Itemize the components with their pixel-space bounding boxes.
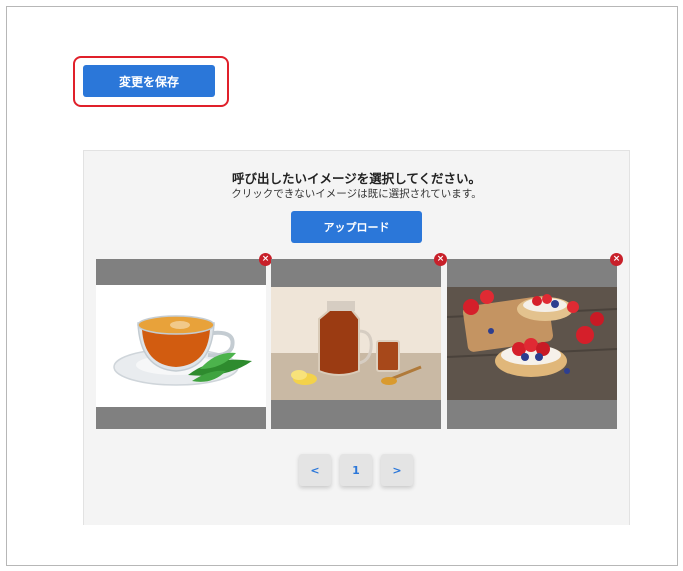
upload-button[interactable]: アップロード xyxy=(291,211,422,243)
delete-image-icon[interactable]: × xyxy=(610,253,623,266)
delete-image-icon[interactable]: × xyxy=(434,253,447,266)
image-thumb-iced-tea[interactable]: × xyxy=(271,253,447,429)
tarts-image xyxy=(447,287,617,400)
iced-tea-image xyxy=(271,287,441,400)
pagination-prev-button[interactable]: < xyxy=(299,454,331,486)
picker-title: 呼び出したいイメージを選択してください。 xyxy=(231,171,481,186)
pagination-next-button[interactable]: > xyxy=(381,454,413,486)
image-picker-panel: 呼び出したいイメージを選択してください。 クリックできないイメージは既に選択され… xyxy=(83,150,630,525)
tea-cup-image xyxy=(96,285,266,407)
image-thumb-tea-cup[interactable]: × xyxy=(96,253,272,429)
image-thumb-tarts[interactable]: × xyxy=(447,253,623,429)
picker-subtitle: クリックできないイメージは既に選択されています。 xyxy=(231,188,482,200)
page-frame: 変更を保存 呼び出したいイメージを選択してください。 クリックできないイメージは… xyxy=(6,6,678,566)
save-changes-button[interactable]: 変更を保存 xyxy=(83,65,215,97)
pagination-page-1[interactable]: 1 xyxy=(340,454,372,486)
